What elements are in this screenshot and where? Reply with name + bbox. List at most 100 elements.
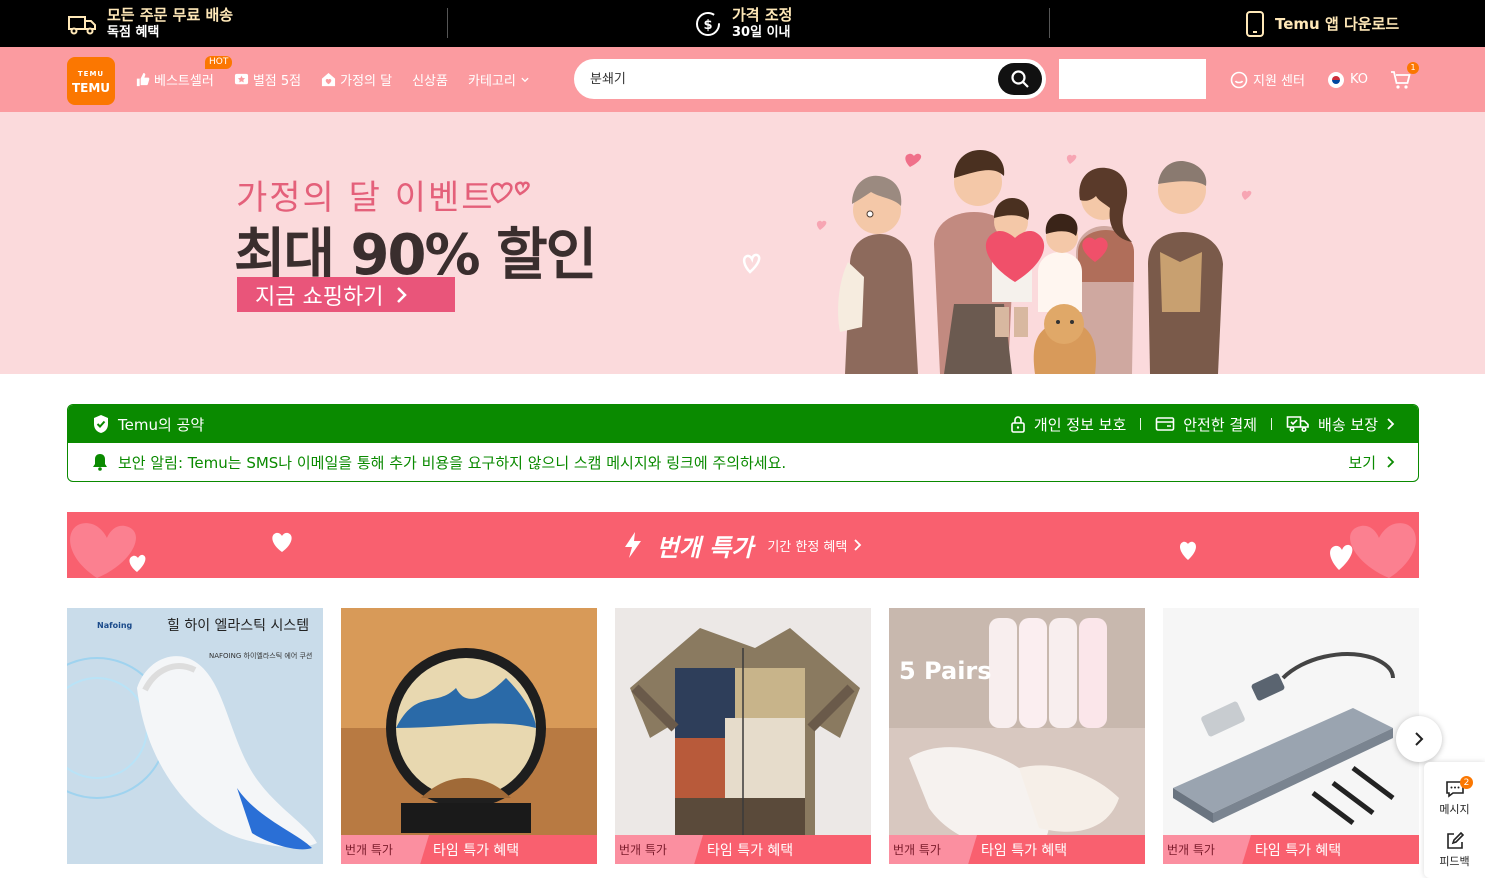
- nav-new-arrivals[interactable]: 신상품: [412, 70, 448, 89]
- nav-bestseller-label: 베스트셀러: [154, 74, 214, 89]
- nav-bestseller[interactable]: 베스트셀러 HOT: [135, 56, 233, 89]
- privacy-label: 개인 정보 보호: [1033, 415, 1127, 434]
- chevron-down-icon: [521, 77, 529, 82]
- free-shipping-promo[interactable]: 모든 주문 무료 배송 독점 혜택: [67, 0, 233, 47]
- card-icon: [1155, 417, 1175, 431]
- tag-time-deal-label: 타임 특가 혜택: [981, 842, 1068, 859]
- tag-time-deal-label: 타임 특가 혜택: [433, 842, 520, 859]
- top-promo-bar: 모든 주문 무료 배송 독점 혜택 $ 가격 조정 30일 이내 Temu 앱 …: [0, 0, 1485, 47]
- heart-doodle-icon: [490, 181, 530, 204]
- tag-flash-label: 번개 특가: [1163, 835, 1251, 864]
- view-alert-link[interactable]: 보기: [1348, 443, 1396, 481]
- nav-categories-label: 카테고리: [467, 74, 516, 89]
- bell-icon: [93, 454, 107, 471]
- chevron-right-icon: [1415, 732, 1424, 746]
- app-download-link[interactable]: Temu 앱 다운로드: [1245, 0, 1399, 47]
- temu-logo[interactable]: TEMU TEMU: [67, 57, 115, 105]
- flash-sale-tag: 번개 특가 타임 특가 혜택: [889, 835, 1145, 864]
- promise-title: Temu의 공약: [118, 415, 205, 434]
- logo-text: TEMU: [71, 81, 111, 95]
- shop-now-label: 지금 쇼핑하기: [255, 284, 384, 310]
- support-center-label: 지원 센터: [1253, 74, 1305, 89]
- support-center-link[interactable]: 지원 센터: [1230, 70, 1305, 89]
- product-card[interactable]: 번개 특가 타임 특가 혜택: [1163, 608, 1419, 864]
- flash-sale-subtitle: 기간 한정 혜택: [767, 539, 848, 555]
- lock-icon: [1011, 416, 1025, 433]
- product-image-sand-art: [341, 608, 597, 864]
- cart-button[interactable]: 1: [1390, 61, 1420, 90]
- price-adjust-text: 가격 조정: [732, 5, 793, 24]
- chevron-right-icon: [1387, 418, 1395, 430]
- side-floating-panel: 2 메시지 피드백: [1424, 762, 1485, 878]
- product-image-insole: [67, 608, 323, 864]
- hot-badge: HOT: [205, 56, 233, 69]
- shop-now-button[interactable]: 지금 쇼핑하기: [237, 277, 455, 312]
- shield-check-icon: [94, 415, 108, 433]
- temu-promise-box: Temu의 공약 개인 정보 보호 안전한 결제 배송 보장 보안 알림: Te…: [67, 404, 1419, 482]
- feedback-button[interactable]: 피드백: [1424, 832, 1485, 869]
- security-alert-row: 보안 알림: Temu는 SMS나 이메일을 통해 추가 비용을 요구하지 않으…: [68, 443, 1418, 481]
- truck-check-icon: [1286, 416, 1309, 433]
- product-image-shirt: [615, 608, 871, 864]
- nav-family-month[interactable]: 가정의 달: [321, 70, 392, 89]
- header-right: 지원 센터 KO 1: [1230, 47, 1420, 112]
- tag-flash-label: 번개 특가: [341, 835, 429, 864]
- tag-flash-label: 번개 특가: [889, 835, 977, 864]
- chevron-right-icon: [854, 539, 862, 551]
- phone-icon: [1246, 10, 1264, 37]
- secure-payment-feature[interactable]: 안전한 결제: [1155, 414, 1257, 435]
- product-image-socks: [889, 608, 1145, 864]
- dollar-refresh-icon: $: [696, 11, 720, 36]
- secure-payment-label: 안전한 결제: [1183, 415, 1258, 434]
- search-icon: [1011, 70, 1029, 88]
- delivery-guarantee-feature[interactable]: 배송 보장: [1286, 414, 1396, 435]
- search-button[interactable]: [998, 63, 1042, 95]
- brand-label: Nafoing: [97, 621, 133, 630]
- privacy-feature[interactable]: 개인 정보 보호: [1010, 414, 1126, 435]
- product-card[interactable]: 5 Pairs 번개 특가 타임 특가 혜택: [889, 608, 1145, 864]
- within-30-days-text: 30일 이내: [732, 24, 791, 40]
- product-carousel: Nafoing 힐 하이 엘라스틱 시스템 NAFOING 하이엘라스틱 에어 …: [67, 608, 1419, 864]
- nav-categories[interactable]: 카테고리: [468, 70, 530, 89]
- price-adjust-promo[interactable]: $ 가격 조정 30일 이내: [694, 0, 792, 47]
- product-overlay-text: 5 Pairs: [899, 657, 992, 685]
- tag-flash-label: 번개 특가: [615, 835, 703, 864]
- security-alert-text: 보안 알림: Temu는 SMS나 이메일을 통해 추가 비용을 요구하지 않으…: [118, 453, 787, 472]
- flash-sale-tag: 번개 특가 타임 특가 혜택: [1163, 835, 1419, 864]
- search-input[interactable]: [590, 67, 990, 91]
- family-illustration: [742, 150, 1252, 374]
- language-selector[interactable]: KO: [1327, 71, 1368, 89]
- feedback-label: 피드백: [1439, 855, 1470, 868]
- lightning-icon: [624, 532, 641, 558]
- flash-sale-subtitle-link[interactable]: 기간 한정 혜택: [767, 536, 863, 555]
- nav-five-star[interactable]: 별점 5점: [234, 70, 301, 89]
- exclusive-benefit-text: 독점 혜택: [107, 24, 160, 40]
- header-blank-box: [1059, 59, 1206, 99]
- delivery-guarantee-label: 배송 보장: [1318, 415, 1378, 434]
- hero-banner[interactable]: 가정의 달 이벤트 최대 90% 할인 지금 쇼핑하기: [0, 112, 1485, 374]
- product-image-usb-hub: [1163, 608, 1419, 864]
- nav-five-star-label: 별점 5점: [252, 74, 302, 89]
- product-card[interactable]: 번개 특가 타임 특가 혜택: [615, 608, 871, 864]
- promise-header[interactable]: Temu의 공약 개인 정보 보호 안전한 결제 배송 보장: [68, 405, 1418, 443]
- carousel-next-button[interactable]: [1396, 716, 1442, 762]
- divider: [1140, 418, 1142, 430]
- chevron-right-icon: [1387, 456, 1395, 468]
- product-card[interactable]: Nafoing 힐 하이 엘라스틱 시스템 NAFOING 하이엘라스틱 에어 …: [67, 608, 323, 864]
- nav-family-month-label: 가정의 달: [340, 74, 393, 89]
- divider: [1049, 8, 1050, 38]
- main-nav: 베스트셀러 HOT 별점 5점 가정의 달 신상품 카테고리: [135, 47, 530, 112]
- logo-small-text: TEMU: [77, 70, 105, 78]
- main-header: TEMU TEMU 베스트셀러 HOT 별점 5점 가정의 달 신상품 카테고리: [0, 47, 1485, 112]
- free-shipping-text: 모든 주문 무료 배송: [107, 5, 234, 24]
- language-label: KO: [1349, 72, 1369, 87]
- product-caption: 힐 하이 엘라스틱 시스템: [167, 618, 310, 634]
- message-button[interactable]: 2 메시지: [1424, 776, 1485, 817]
- svg-text:$: $: [703, 18, 712, 33]
- product-small-caption: NAFOING 하이엘라스틱 에어 쿠션: [209, 652, 313, 660]
- flash-sale-title: 번개 특가: [656, 533, 754, 562]
- star-badge-icon: [234, 73, 248, 85]
- app-download-text: Temu 앱 다운로드: [1275, 15, 1400, 33]
- product-card[interactable]: 번개 특가 타임 특가 혜택: [341, 608, 597, 864]
- flash-sale-banner[interactable]: 번개 특가 기간 한정 혜택: [67, 512, 1419, 578]
